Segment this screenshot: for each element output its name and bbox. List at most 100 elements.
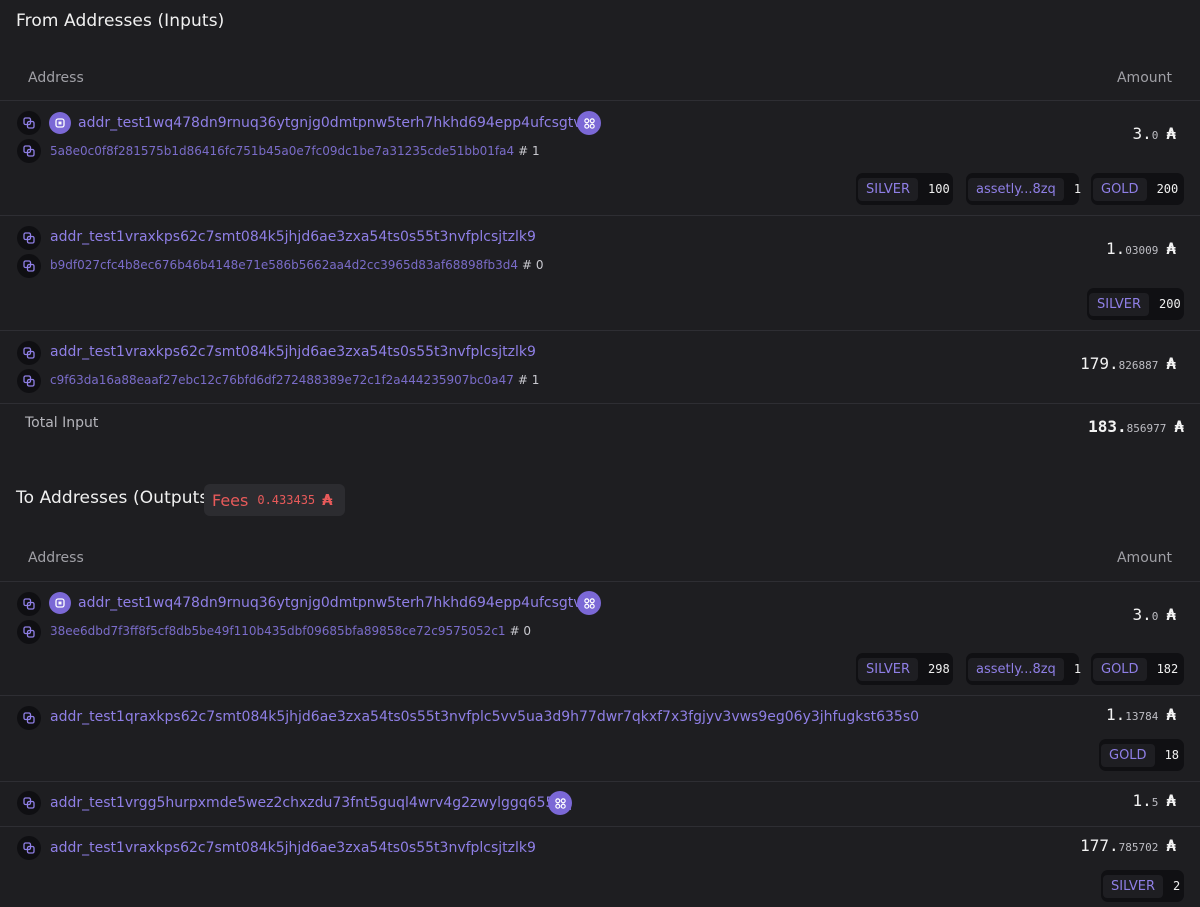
inputs-table-header: Address Amount xyxy=(0,56,1200,100)
input-tx-hash: c9f63da16a88eaaf27ebc12c76bfd6df27248838… xyxy=(50,373,539,387)
output-index: # 1 xyxy=(518,144,540,158)
input-amount: 1. 03009 ₳ xyxy=(1106,239,1176,258)
script-icon xyxy=(49,112,71,134)
input-address-link[interactable]: addr_test1wq478dn9rnuq36ytgnjg0dmtpnw5te… xyxy=(78,115,598,131)
ada-symbol-icon: ₳ xyxy=(1166,705,1176,724)
copy-address-button[interactable] xyxy=(17,341,41,365)
asset-chip[interactable]: SILVER 2 xyxy=(1101,870,1184,902)
ada-symbol-icon: ₳ xyxy=(322,491,333,509)
copy-hash-button[interactable] xyxy=(17,369,41,393)
fees-label: Fees xyxy=(212,490,249,510)
asset-qty: 200 xyxy=(1159,297,1181,311)
asset-name: SILVER xyxy=(858,657,919,681)
output-address-link[interactable]: addr_test1vraxkps62c7smt084k5jhjd6ae3zxa… xyxy=(50,840,536,856)
output-address-link[interactable]: addr_test1wq478dn9rnuq36ytgnjg0dmtpnw5te… xyxy=(78,595,598,611)
divider xyxy=(0,581,1200,582)
asset-qty: 18 xyxy=(1164,748,1180,762)
copy-icon xyxy=(23,347,35,359)
output-index: # 0 xyxy=(522,258,544,272)
copy-address-button[interactable] xyxy=(17,706,41,730)
amount-decimal: 13784 xyxy=(1125,710,1159,723)
ada-symbol-icon: ₳ xyxy=(1166,605,1176,624)
copy-hash-button[interactable] xyxy=(17,139,41,163)
asset-chip[interactable]: GOLD 182 xyxy=(1091,653,1184,685)
output-address-link[interactable]: addr_test1qraxkps62c7smt084k5jhjd6ae3zxa… xyxy=(50,709,919,725)
outputs-title: To Addresses (Outputs) xyxy=(16,488,216,508)
ada-symbol-icon: ₳ xyxy=(1166,239,1176,258)
divider xyxy=(0,215,1200,216)
inputs-col-amount: Amount xyxy=(1116,70,1172,86)
token-icon[interactable] xyxy=(577,111,601,135)
amount-integer: 3. xyxy=(1132,605,1152,624)
output-tx-hash: 38ee6dbd7f3ff8f5cf8db5be49f110b435dbf096… xyxy=(50,624,531,638)
copy-icon xyxy=(23,117,35,129)
input-tx-hash: 5a8e0c0f8f281575b1d86416fc751b45a0e7fc09… xyxy=(50,144,540,158)
copy-icon xyxy=(23,375,35,387)
copy-icon xyxy=(23,626,35,638)
output-amount: 1. 13784 ₳ xyxy=(1106,705,1176,724)
total-input-amount: 183. 856977 ₳ xyxy=(1088,417,1184,436)
asset-chip[interactable]: SILVER 200 xyxy=(1087,288,1184,320)
amount-decimal: 5 xyxy=(1151,796,1159,809)
inputs-title: From Addresses (Inputs) xyxy=(16,11,225,31)
amount-integer: 3. xyxy=(1132,124,1152,143)
asset-chip[interactable]: GOLD 200 xyxy=(1091,173,1184,205)
copy-hash-button[interactable] xyxy=(17,620,41,644)
asset-name: SILVER xyxy=(858,177,919,201)
output-amount: 3. 0 ₳ xyxy=(1132,605,1176,624)
copy-icon xyxy=(23,145,35,157)
copy-address-button[interactable] xyxy=(17,791,41,815)
input-address-link[interactable]: addr_test1vraxkps62c7smt084k5jhjd6ae3zxa… xyxy=(50,229,536,245)
copy-address-button[interactable] xyxy=(17,836,41,860)
input-address-link[interactable]: addr_test1vraxkps62c7smt084k5jhjd6ae3zxa… xyxy=(50,344,536,360)
token-icon[interactable] xyxy=(548,791,572,815)
ada-symbol-icon: ₳ xyxy=(1166,836,1176,855)
asset-chip[interactable]: assetly...8zq 1 xyxy=(966,653,1081,685)
amount-decimal: 856977 xyxy=(1126,422,1167,435)
asset-qty: 200 xyxy=(1156,182,1179,196)
asset-name: SILVER xyxy=(1103,874,1164,898)
copy-address-button[interactable] xyxy=(17,111,41,135)
amount-decimal: 785702 xyxy=(1118,841,1159,854)
asset-name: assetly...8zq xyxy=(968,657,1064,681)
copy-icon xyxy=(23,232,35,244)
output-index: # 0 xyxy=(509,624,532,638)
copy-address-button[interactable] xyxy=(17,592,41,616)
asset-name: SILVER xyxy=(1089,292,1150,316)
input-amount: 3. 0 ₳ xyxy=(1132,124,1176,143)
tx-hash-link[interactable]: c9f63da16a88eaaf27ebc12c76bfd6df27248838… xyxy=(50,373,514,387)
divider xyxy=(0,695,1200,696)
output-index: # 1 xyxy=(517,373,540,387)
asset-qty: 1 xyxy=(1073,182,1082,196)
amount-integer: 183. xyxy=(1088,417,1127,436)
outputs-col-amount: Amount xyxy=(1116,550,1172,566)
tx-hash-link[interactable]: 5a8e0c0f8f281575b1d86416fc751b45a0e7fc09… xyxy=(50,144,514,158)
tx-hash-link[interactable]: b9df027cfc4b8ec676b46b4148e71e586b5662aa… xyxy=(50,258,518,272)
asset-chip[interactable]: SILVER 298 xyxy=(856,653,953,685)
amount-integer: 177. xyxy=(1080,836,1119,855)
output-amount: 1. 5 ₳ xyxy=(1132,791,1176,810)
tx-hash-link[interactable]: 38ee6dbd7f3ff8f5cf8db5be49f110b435dbf096… xyxy=(50,624,506,638)
copy-icon xyxy=(23,842,35,854)
divider xyxy=(0,330,1200,331)
amount-integer: 1. xyxy=(1132,791,1152,810)
token-icon[interactable] xyxy=(577,591,601,615)
copy-hash-button[interactable] xyxy=(17,254,41,278)
output-address-link[interactable]: addr_test1vrgg5hurpxmde5wez2chxzdu73fnt5… xyxy=(50,795,572,811)
input-tx-hash: b9df027cfc4b8ec676b46b4148e71e586b5662aa… xyxy=(50,258,544,272)
asset-qty: 298 xyxy=(928,662,950,676)
asset-chip[interactable]: assetly...8zq 1 xyxy=(966,173,1082,205)
divider xyxy=(0,781,1200,782)
copy-address-button[interactable] xyxy=(17,226,41,250)
copy-icon xyxy=(23,260,35,272)
outputs-col-address: Address xyxy=(28,550,84,566)
asset-name: GOLD xyxy=(1101,743,1155,767)
outputs-table-header: Address Amount xyxy=(0,536,1200,580)
fees-badge: Fees 0.433435 ₳ xyxy=(204,484,345,516)
amount-decimal: 03009 xyxy=(1125,244,1159,257)
divider xyxy=(0,100,1200,101)
asset-chip[interactable]: GOLD 18 xyxy=(1099,739,1184,771)
amount-integer: 1. xyxy=(1105,705,1126,724)
total-input-label: Total Input xyxy=(25,415,99,431)
asset-chip[interactable]: SILVER 100 xyxy=(856,173,953,205)
